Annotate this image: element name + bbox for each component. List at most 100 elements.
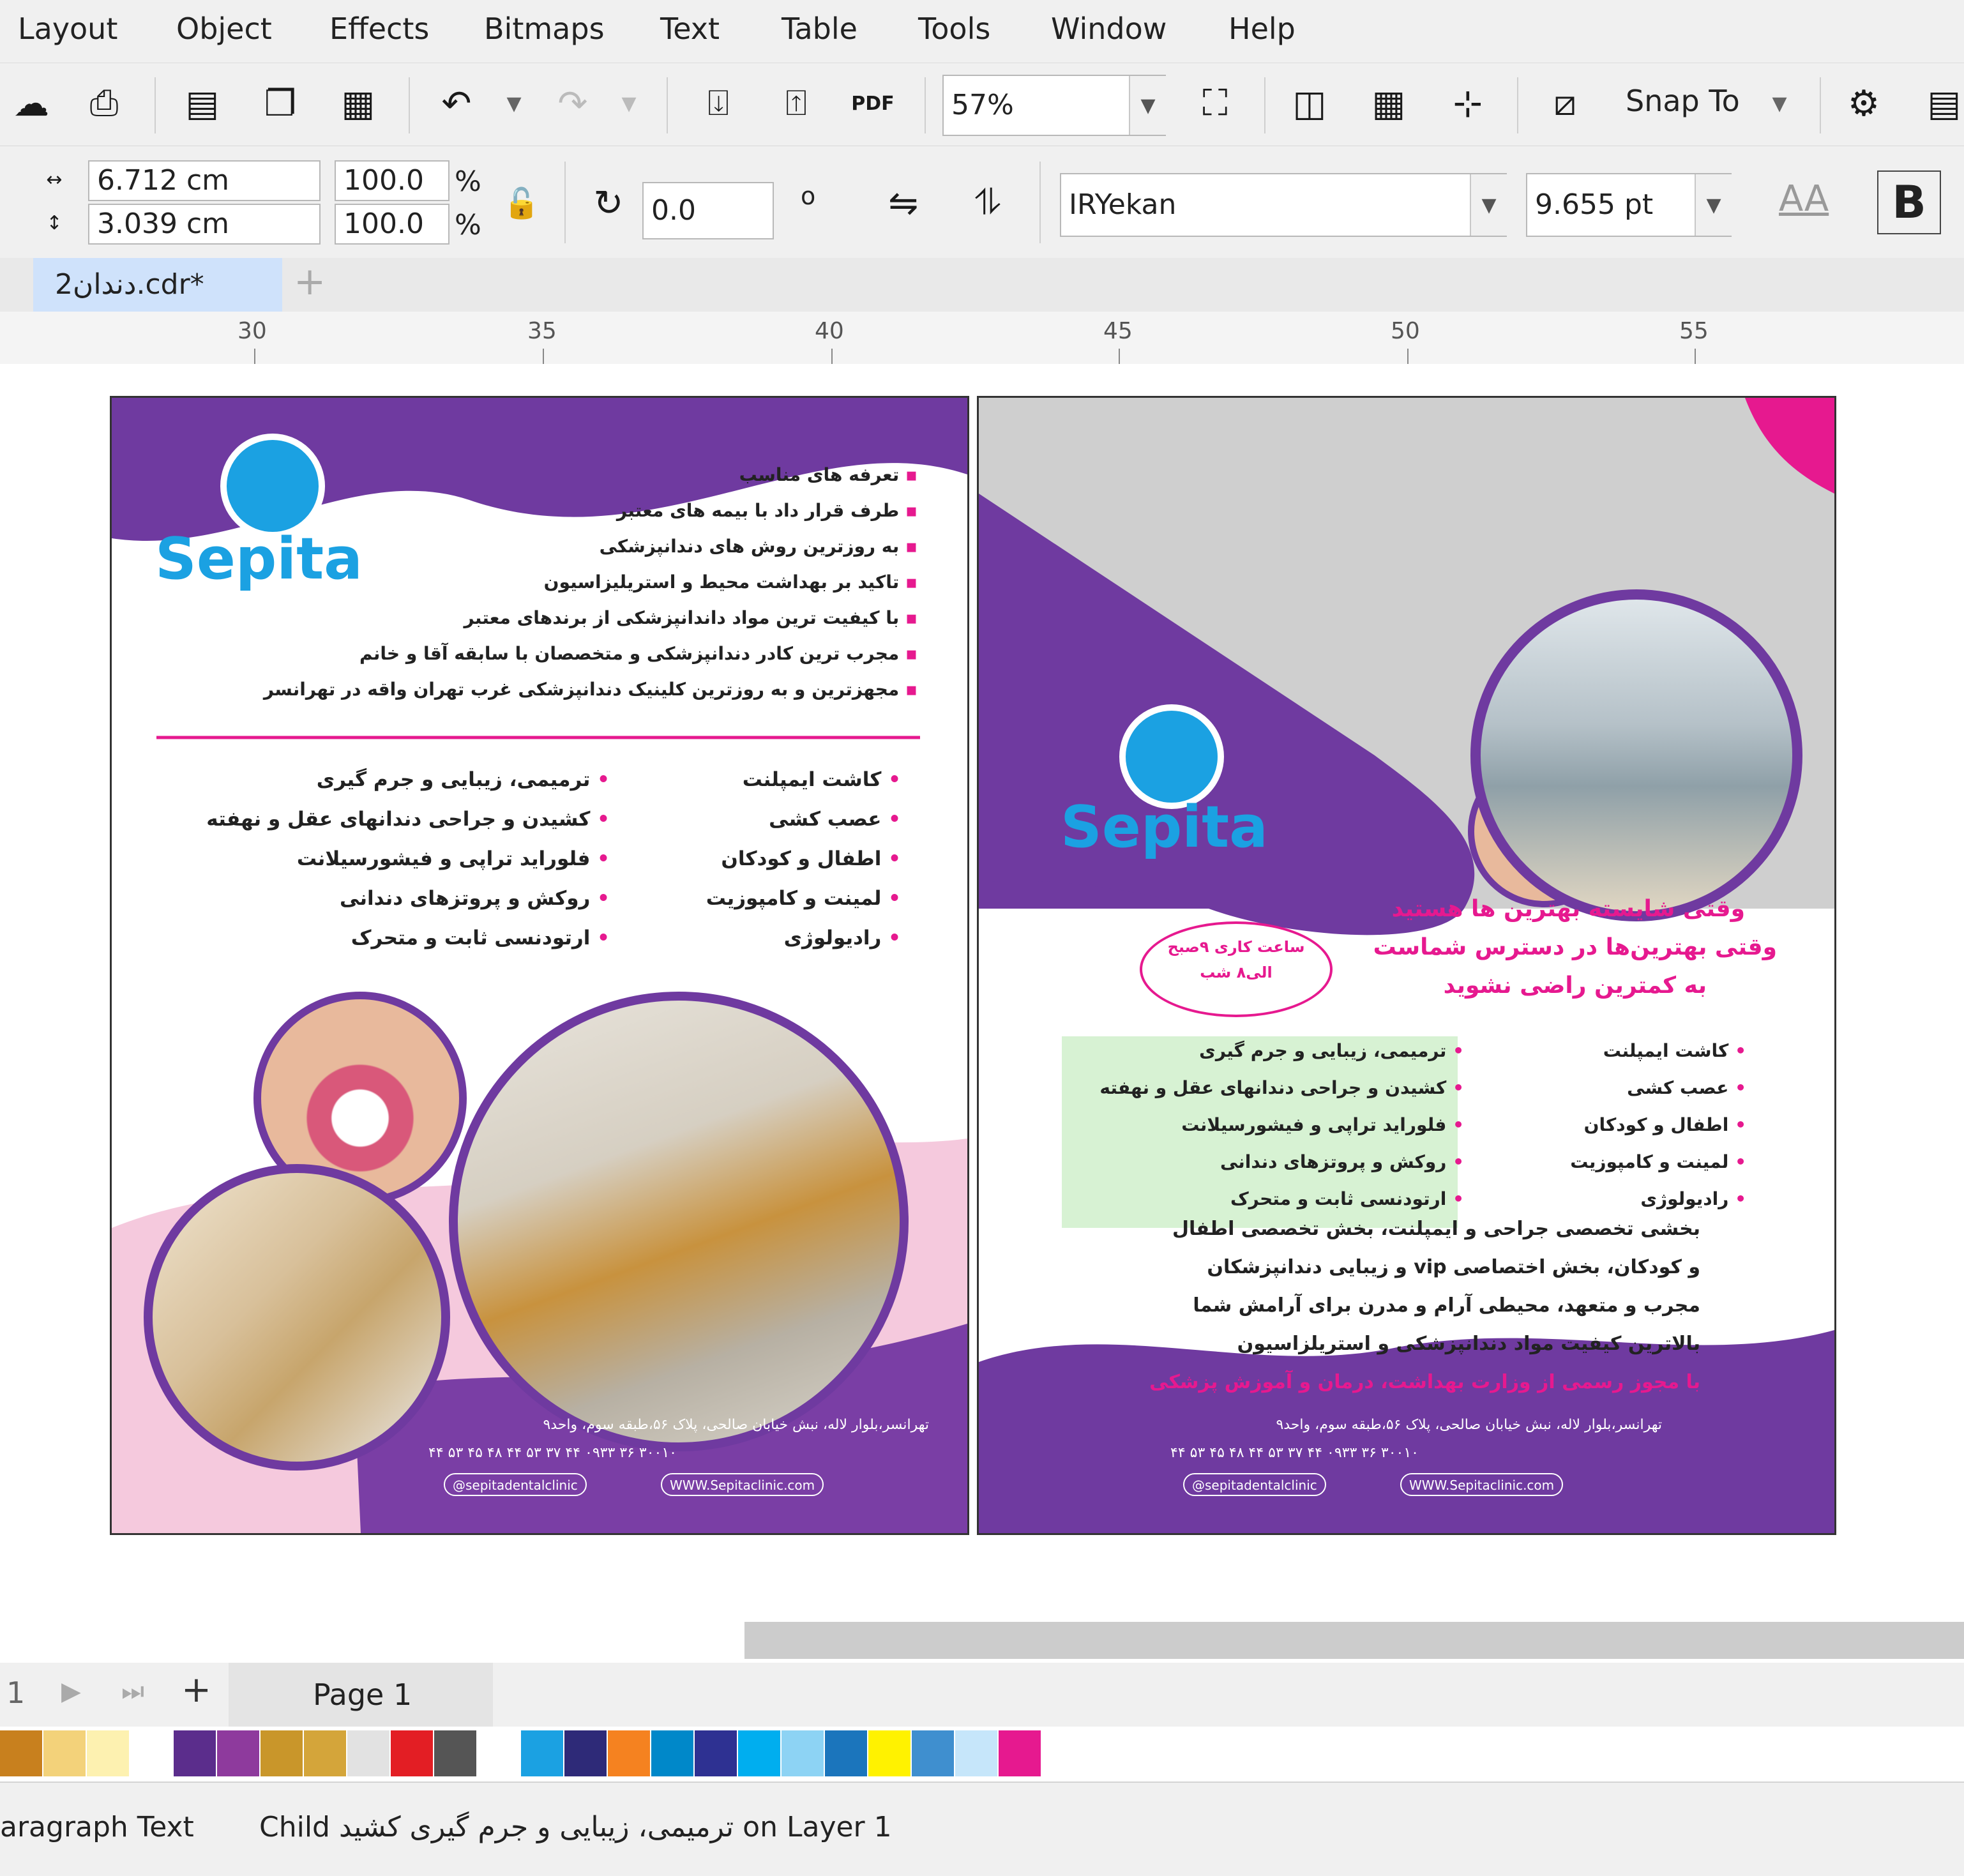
show-guidelines-icon[interactable]: ⊹ [1446, 81, 1490, 126]
rotation-angle-field[interactable]: 0.0 [642, 182, 774, 239]
redo-dropdown-icon[interactable]: ▼ [607, 81, 651, 126]
show-rulers-icon[interactable]: ◫ [1287, 81, 1332, 126]
color-swatch[interactable] [521, 1730, 564, 1776]
undo-icon[interactable]: ↶ [434, 81, 479, 126]
horizontal-ruler[interactable]: 30 35 40 45 50 55 [0, 312, 1964, 365]
color-swatch[interactable] [304, 1730, 347, 1776]
cut-icon[interactable]: ▤ [180, 81, 225, 126]
document-tab[interactable]: دندان2.cdr* [33, 258, 282, 312]
lock-ratio-icon[interactable]: 🔓 [499, 181, 544, 225]
service-item-selected[interactable]: ترمیمی، زیبایی و جرم گیری [1199, 1040, 1464, 1061]
scale-x-field[interactable]: 100.0 [335, 160, 449, 201]
height-icon: ↕ [46, 211, 63, 234]
color-swatch[interactable] [782, 1730, 825, 1776]
paste-icon[interactable]: ▦ [336, 81, 381, 126]
show-grid-icon[interactable]: ▦ [1366, 81, 1411, 126]
color-swatch[interactable] [217, 1730, 261, 1776]
color-swatch[interactable] [174, 1730, 217, 1776]
color-swatch[interactable] [999, 1730, 1042, 1776]
sepita-logo: Sepita [155, 526, 363, 593]
publish-pdf-icon[interactable]: PDF [850, 81, 895, 126]
new-tab-button[interactable]: + [294, 259, 326, 304]
color-swatch[interactable] [564, 1730, 608, 1776]
service-item: عصب کشی [769, 808, 901, 831]
horizontal-scrollbar[interactable] [744, 1622, 1964, 1659]
next-page-icon[interactable]: ▶ [61, 1677, 81, 1706]
property-bar: ↔ 6.712 cm ↕ 3.039 cm 100.0 % 100.0 % 🔓 … [0, 146, 1964, 259]
cloud-upload-icon[interactable]: ☁ [9, 81, 54, 126]
snap-off-icon[interactable]: ⧄ [1543, 81, 1587, 126]
font-family-field[interactable]: IRYekan [1060, 173, 1507, 237]
print-icon[interactable]: ⎙ [82, 81, 126, 126]
color-swatch[interactable] [0, 1730, 43, 1776]
color-swatch[interactable] [87, 1730, 130, 1776]
font-size-dropdown-icon[interactable]: ▼ [1695, 174, 1732, 236]
menu-tools[interactable]: Tools [918, 11, 990, 46]
ruler-label: 30 [238, 318, 267, 344]
menu-text[interactable]: Text [660, 11, 720, 46]
ruler-label: 55 [1679, 318, 1709, 344]
service-item-selected[interactable]: ارتودنسی ثابت و متحرک [1230, 1188, 1464, 1209]
color-swatch[interactable] [651, 1730, 695, 1776]
color-swatch[interactable] [43, 1730, 87, 1776]
color-swatch[interactable] [130, 1730, 174, 1776]
standard-toolbar: ☁ ⎙ ▤ ❐ ▦ ↶ ▼ ↷ ▼ ⍗ ⍐ PDF 57% ▼ ⛶ ◫ ▦ ⊹ … [0, 63, 1964, 146]
service-item-selected[interactable]: روکش و پروتزهای دندانی [1220, 1151, 1464, 1172]
menu-help[interactable]: Help [1228, 11, 1295, 46]
phone-numbers-text: ۴۴ ۵۳ ۴۵ ۴۸ ۴۴ ۵۳ ۳۷ ۴۴ ۰۹۳۳ ۳۶ ۳۰۰۱۰ [428, 1445, 677, 1461]
mirror-horizontal-icon[interactable]: ⇋ [881, 181, 926, 225]
color-swatch[interactable] [695, 1730, 738, 1776]
color-swatch[interactable] [738, 1730, 782, 1776]
page-tab[interactable]: Page 1 [229, 1663, 493, 1727]
color-swatch[interactable] [434, 1730, 478, 1776]
copy-icon[interactable]: ❐ [258, 81, 303, 126]
last-page-icon[interactable]: ⏭ [121, 1677, 144, 1706]
snap-dropdown-icon[interactable]: ▼ [1757, 81, 1802, 126]
separator [925, 77, 926, 133]
scale-y-field[interactable]: 100.0 [335, 204, 449, 245]
menu-table[interactable]: Table [782, 11, 857, 46]
color-swatch[interactable] [912, 1730, 955, 1776]
export-icon[interactable]: ⍐ [774, 81, 819, 126]
service-item-selected[interactable]: کشیدن و جراحی دندانهای عقل و نهفته [1099, 1077, 1464, 1098]
color-swatch[interactable] [261, 1730, 304, 1776]
text-anti-alias-icon[interactable]: AA [1779, 178, 1829, 220]
rotation-icon: ↻ [593, 182, 624, 224]
color-swatch[interactable] [608, 1730, 651, 1776]
full-screen-icon[interactable]: ⛶ [1193, 81, 1237, 126]
object-height-field[interactable]: 3.039 cm [88, 204, 321, 245]
clinic-room-photo [144, 1164, 450, 1471]
sepita-logo: Sepita [1061, 794, 1268, 861]
object-width-field[interactable]: 6.712 cm [88, 160, 321, 201]
redo-icon[interactable]: ↷ [550, 81, 595, 126]
color-swatch[interactable] [391, 1730, 434, 1776]
paragraph-line: بخشی تخصصی جراحی و ایمپلنت، بخش تخصصی اط… [1172, 1218, 1700, 1240]
color-swatch[interactable] [478, 1730, 521, 1776]
flyer-left-page[interactable]: Sepita تعرفه های مناسب طرف قرار داد با ب… [110, 396, 969, 1535]
font-family-dropdown-icon[interactable]: ▼ [1470, 174, 1507, 236]
options-panel-icon[interactable]: ▤ [1922, 81, 1964, 126]
settings-gear-icon[interactable]: ⚙ [1841, 81, 1886, 126]
service-item-selected[interactable]: فلوراید تراپی و فیشورسیلانت [1181, 1114, 1464, 1135]
ruler-tick [1119, 349, 1120, 364]
drawing-canvas[interactable]: Sepita تعرفه های مناسب طرف قرار داد با ب… [0, 364, 1964, 1627]
menu-window[interactable]: Window [1051, 11, 1167, 46]
add-page-button[interactable]: + [181, 1669, 211, 1711]
menu-effects[interactable]: Effects [329, 11, 429, 46]
color-swatch[interactable] [868, 1730, 912, 1776]
import-icon[interactable]: ⍗ [696, 81, 741, 126]
menu-layout[interactable]: Layout [18, 11, 117, 46]
undo-dropdown-icon[interactable]: ▼ [492, 81, 536, 126]
mirror-vertical-icon[interactable]: ⥮ [965, 181, 1010, 225]
menu-object[interactable]: Object [176, 11, 272, 46]
color-swatch[interactable] [347, 1730, 391, 1776]
color-swatch[interactable] [955, 1730, 999, 1776]
color-swatch[interactable] [825, 1730, 868, 1776]
website-pill: WWW.Sepitaclinic.com [661, 1473, 824, 1496]
zoom-dropdown-icon[interactable]: ▼ [1129, 76, 1166, 135]
bold-button[interactable]: B [1877, 170, 1941, 234]
flyer-right-page[interactable]: Sepita ساعت کاری ۹صبح الی۸ شب وقتی شایست… [977, 396, 1836, 1535]
tooth-logo-icon [220, 434, 325, 538]
menu-bitmaps[interactable]: Bitmaps [484, 11, 605, 46]
snap-to-button[interactable]: Snap To [1626, 84, 1740, 118]
